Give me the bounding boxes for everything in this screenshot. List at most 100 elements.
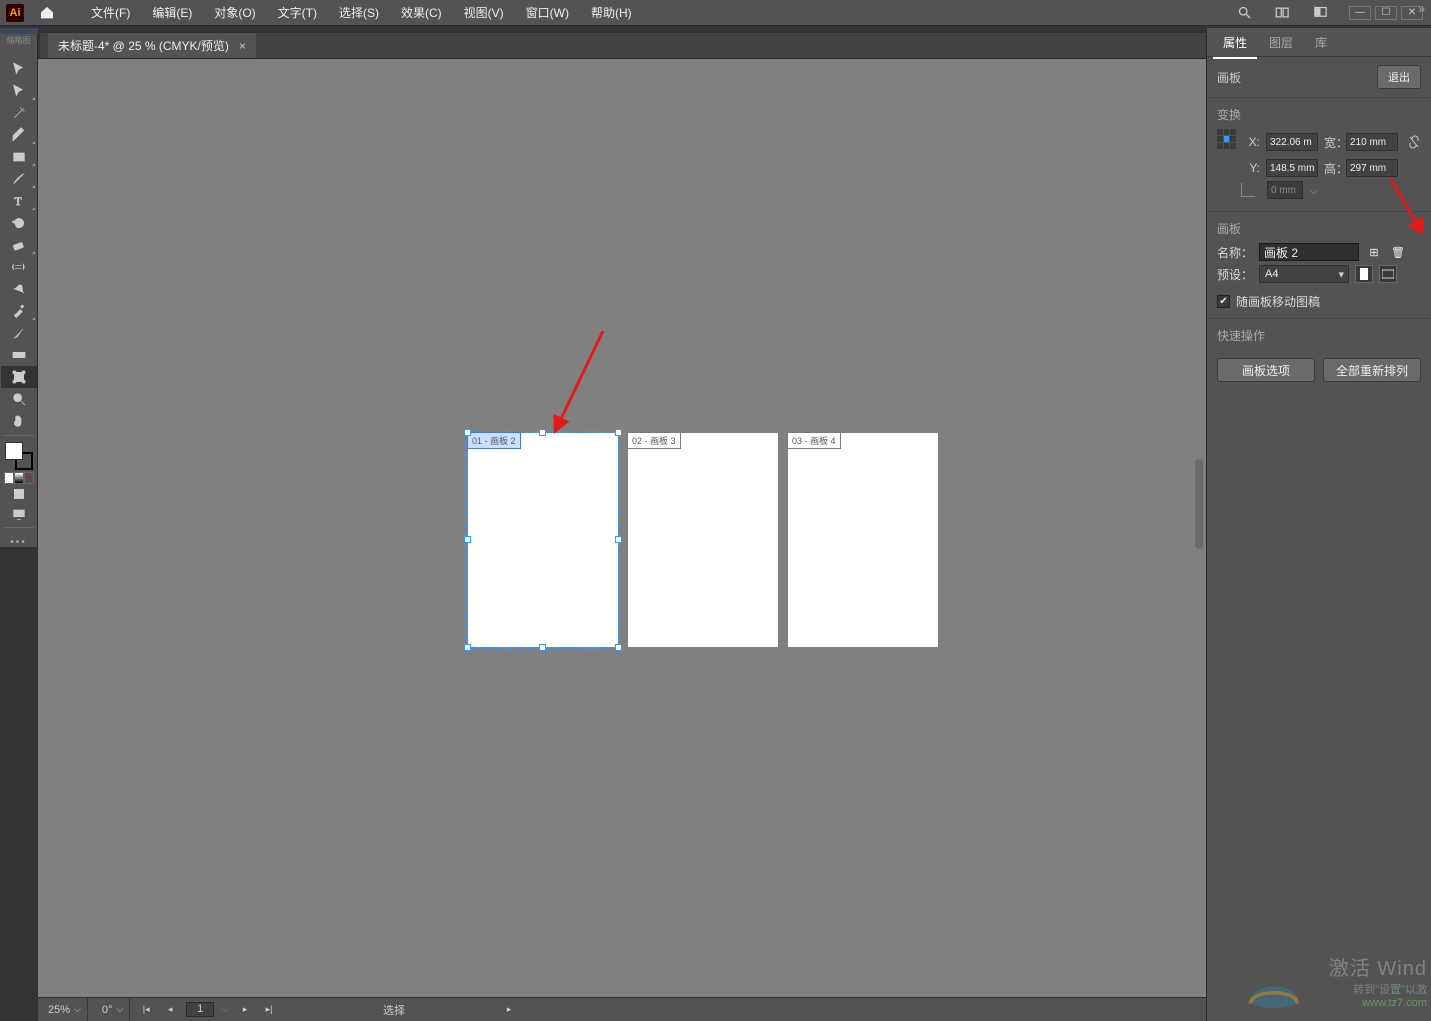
zoom-dropdown[interactable]: 25% bbox=[42, 998, 88, 1021]
delete-artboard-icon[interactable]: 🗑 bbox=[1389, 243, 1407, 261]
current-tool-label: 选择 bbox=[383, 1002, 405, 1018]
arrange-docs-icon[interactable] bbox=[1273, 4, 1291, 22]
menu-edit[interactable]: 编辑(E) bbox=[143, 0, 201, 26]
artboard-3[interactable]: 03 - 画板 4 bbox=[788, 433, 938, 647]
y-input[interactable]: 148.5 mm bbox=[1266, 159, 1318, 177]
nav-last-icon[interactable]: ▸| bbox=[261, 1003, 277, 1017]
artboard-props-heading: 画板 bbox=[1217, 220, 1421, 237]
scale-tool[interactable] bbox=[1, 256, 37, 278]
gradient-tool[interactable] bbox=[1, 344, 37, 366]
canvas-area[interactable]: 01 - 画板 2 02 - 画板 3 03 - 画板 4 bbox=[38, 59, 1206, 997]
free-transform-tool[interactable] bbox=[1, 278, 37, 300]
height-input[interactable]: 297 mm bbox=[1346, 159, 1398, 177]
home-icon[interactable] bbox=[34, 0, 60, 26]
menu-effect[interactable]: 效果(C) bbox=[392, 0, 451, 26]
artboard-name-input[interactable]: 画板 2 bbox=[1259, 243, 1359, 261]
handle-tl[interactable] bbox=[464, 429, 471, 436]
search-icon[interactable] bbox=[1235, 4, 1253, 22]
reference-point-grid[interactable] bbox=[1217, 129, 1236, 149]
artboard-1[interactable]: 01 - 画板 2 bbox=[468, 433, 618, 647]
handle-bc[interactable] bbox=[539, 644, 546, 651]
width-input[interactable]: 210 mm bbox=[1346, 133, 1398, 151]
draw-mode-icon[interactable] bbox=[1, 484, 37, 504]
close-tab-icon[interactable]: × bbox=[239, 39, 246, 53]
move-artwork-checkbox[interactable] bbox=[1217, 295, 1230, 308]
artboard-2[interactable]: 02 - 画板 3 bbox=[628, 433, 778, 647]
tab-properties[interactable]: 属性 bbox=[1213, 30, 1257, 59]
maximize-button[interactable]: ☐ bbox=[1375, 6, 1397, 20]
menu-type[interactable]: 文字(T) bbox=[269, 0, 326, 26]
direct-selection-tool[interactable] bbox=[1, 80, 37, 102]
tab-libraries[interactable]: 库 bbox=[1305, 30, 1337, 59]
landscape-icon[interactable] bbox=[1379, 265, 1397, 283]
x-input[interactable]: 322.06 m bbox=[1266, 133, 1318, 151]
fill-stroke-swatches[interactable] bbox=[5, 442, 33, 470]
type-tool[interactable]: T bbox=[1, 190, 37, 212]
rotate-tool[interactable] bbox=[1, 212, 37, 234]
status-play-icon[interactable]: ▸ bbox=[501, 1003, 517, 1017]
panel-menu-icon[interactable]: » bbox=[1418, 2, 1425, 16]
nav-first-icon[interactable]: |◂ bbox=[138, 1003, 154, 1017]
hand-tool[interactable] bbox=[1, 410, 37, 432]
artboards-container: 01 - 画板 2 02 - 画板 3 03 - 画板 4 bbox=[468, 433, 938, 647]
angle-dd-icon[interactable]: ⌵ bbox=[1309, 183, 1318, 198]
artboard-options-button[interactable]: 画板选项 bbox=[1217, 358, 1315, 382]
menu-select[interactable]: 选择(S) bbox=[330, 0, 388, 26]
workspace-icon[interactable] bbox=[1311, 4, 1329, 22]
portrait-icon[interactable] bbox=[1355, 265, 1373, 283]
menu-window[interactable]: 窗口(W) bbox=[517, 0, 578, 26]
angle-dropdown[interactable]: 0° bbox=[96, 998, 130, 1021]
menu-file[interactable]: 文件(F) bbox=[82, 0, 139, 26]
artboard-index-input[interactable]: 1 bbox=[186, 1002, 214, 1017]
tab-layers[interactable]: 图层 bbox=[1259, 30, 1303, 59]
section-artboard-title: 画板 退出 bbox=[1207, 57, 1431, 98]
preset-select[interactable]: A4 bbox=[1259, 265, 1349, 283]
rearrange-all-button[interactable]: 全部重新排列 bbox=[1323, 358, 1421, 382]
edit-toolbar-icon[interactable]: ••• bbox=[1, 531, 37, 547]
w-label: 宽： bbox=[1324, 134, 1340, 151]
fill-swatch[interactable] bbox=[5, 442, 23, 460]
handle-br[interactable] bbox=[615, 644, 622, 651]
canvas-scrollbar[interactable] bbox=[1195, 459, 1203, 549]
paintbrush-tool[interactable] bbox=[1, 168, 37, 190]
handle-mr[interactable] bbox=[615, 536, 622, 543]
selection-tool[interactable] bbox=[1, 58, 37, 80]
handle-bl[interactable] bbox=[464, 644, 471, 651]
new-artboard-icon[interactable]: ⊞ bbox=[1365, 243, 1383, 261]
color-mode-boxes[interactable] bbox=[4, 472, 34, 484]
handle-tr[interactable] bbox=[615, 429, 622, 436]
exit-artboard-button[interactable]: 退出 bbox=[1377, 65, 1421, 89]
watermark-logo bbox=[1247, 973, 1301, 1013]
preset-label: 预设： bbox=[1217, 266, 1253, 283]
screen-mode-icon[interactable] bbox=[1, 504, 37, 524]
eraser-tool[interactable] bbox=[1, 234, 37, 256]
artboard-tool[interactable] bbox=[1, 366, 37, 388]
zoom-tool[interactable] bbox=[1, 388, 37, 410]
minimize-button[interactable]: — bbox=[1349, 6, 1371, 20]
nav-prev-icon[interactable]: ◂ bbox=[162, 1003, 178, 1017]
link-wh-icon[interactable] bbox=[1407, 129, 1421, 155]
status-bar: 25% 0° |◂ ◂ 1 ⌵ ▸ ▸| 选择 ▸ bbox=[38, 997, 1206, 1021]
move-artwork-label: 随画板移动图稿 bbox=[1236, 293, 1320, 310]
watermark-line2: 转到"设置"以激 bbox=[1329, 981, 1427, 997]
rectangle-tool[interactable] bbox=[1, 146, 37, 168]
h-label: 高： bbox=[1324, 160, 1340, 177]
handle-ml[interactable] bbox=[464, 536, 471, 543]
artboard-section-label: 画板 bbox=[1217, 69, 1241, 86]
nav-next-icon[interactable]: ▸ bbox=[237, 1003, 253, 1017]
magic-wand-tool[interactable] bbox=[1, 102, 37, 124]
app-logo-icon[interactable]: Ai bbox=[6, 4, 24, 22]
menu-help[interactable]: 帮助(H) bbox=[582, 0, 641, 26]
page-dd-icon[interactable]: ⌵ bbox=[222, 1004, 229, 1015]
menu-object[interactable]: 对象(O) bbox=[205, 0, 264, 26]
handle-tc[interactable] bbox=[539, 429, 546, 436]
annotation-arrow-canvas bbox=[553, 331, 613, 421]
pen-tool[interactable] bbox=[1, 124, 37, 146]
eyedropper-tool[interactable] bbox=[1, 300, 37, 322]
menu-view[interactable]: 视图(V) bbox=[455, 0, 513, 26]
angle-input[interactable]: 0 mm bbox=[1267, 181, 1303, 199]
panel-header: 属性 图层 库 bbox=[1207, 33, 1431, 57]
toolbar-drag-handle[interactable]: 缩略图 bbox=[0, 34, 38, 58]
document-tab[interactable]: 未标题-4* @ 25 % (CMYK/预览) × bbox=[48, 33, 256, 58]
blob-brush-tool[interactable] bbox=[1, 322, 37, 344]
